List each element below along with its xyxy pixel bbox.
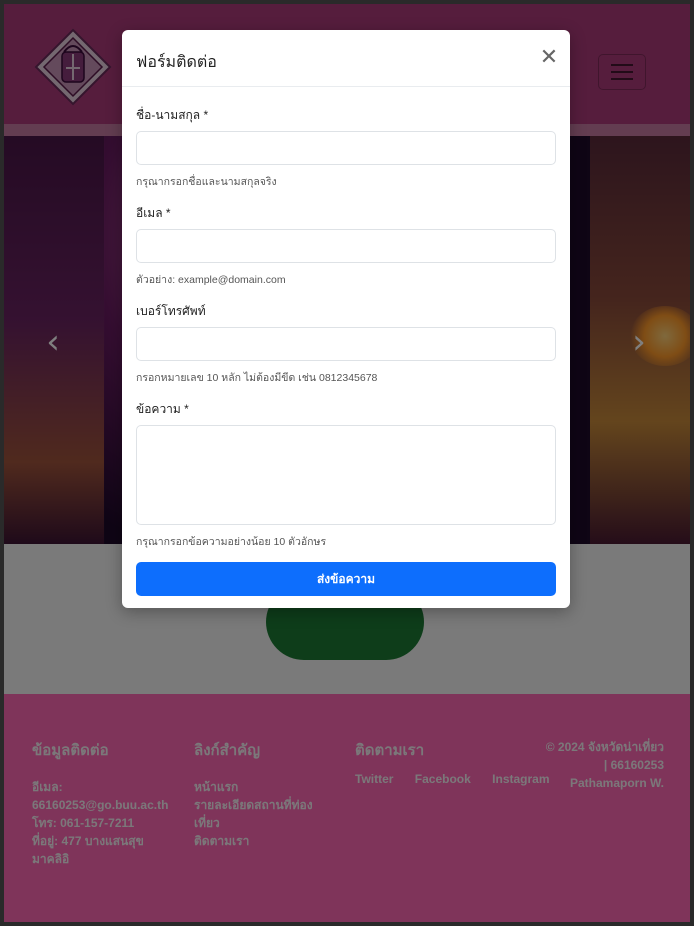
contact-form: ชื่อ-นามสกุล * กรุณากรอกชื่อและนามสกุลจร… [136, 106, 556, 548]
message-help-text: กรุณากรอกข้อความอย่างน้อย 10 ตัวอักษร [136, 536, 327, 548]
email-help-text: ตัวอย่าง: example@domain.com [136, 274, 286, 286]
email-field-group: อีเมล * ตัวอย่าง: example@domain.com [136, 204, 556, 302]
modal-header: ฟอร์มติดต่อ ✕ [122, 30, 570, 87]
modal-title: ฟอร์มติดต่อ [136, 54, 217, 71]
name-help-text: กรุณากรอกชื่อและนามสกุลจริง [136, 176, 277, 188]
message-label: ข้อความ * [136, 402, 189, 416]
name-label: ชื่อ-นามสกุล * [136, 108, 209, 122]
phone-help-text: กรอกหมายเลข 10 หลัก ไม่ต้องมีขีด เช่น 08… [136, 372, 378, 384]
email-label: อีเมล * [136, 206, 171, 220]
name-field-group: ชื่อ-นามสกุล * กรุณากรอกชื่อและนามสกุลจร… [136, 106, 556, 204]
submit-button[interactable]: ส่งข้อความ [136, 562, 556, 596]
email-input[interactable] [136, 229, 556, 263]
message-textarea[interactable] [136, 425, 556, 525]
phone-input[interactable] [136, 327, 556, 361]
name-input[interactable] [136, 131, 556, 165]
close-icon[interactable]: ✕ [538, 46, 560, 68]
phone-label: เบอร์โทรศัพท์ [136, 304, 206, 318]
contact-form-modal: ฟอร์มติดต่อ ✕ ชื่อ-นามสกุล * กรุณากรอกชื… [122, 30, 570, 608]
phone-field-group: เบอร์โทรศัพท์ กรอกหมายเลข 10 หลัก ไม่ต้อ… [136, 302, 556, 400]
page: ‹ › ข้อมูลติดต่อ อีเมล: 66160253@go.buu.… [4, 4, 690, 922]
message-field-group: ข้อความ * กรุณากรอกข้อความอย่างน้อย 10 ต… [136, 400, 556, 548]
